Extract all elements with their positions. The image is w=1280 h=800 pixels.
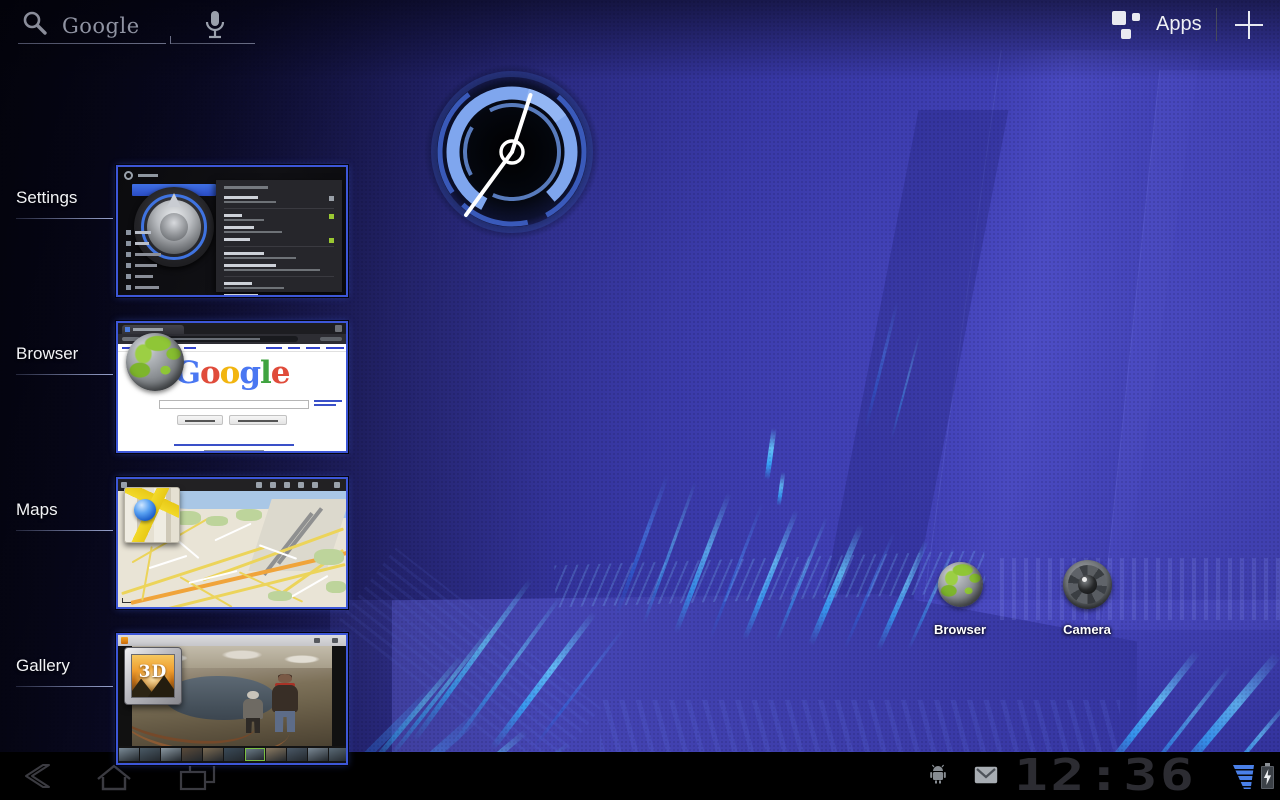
filmstrip-thumbnail[interactable] bbox=[203, 748, 223, 761]
filmstrip-thumbnail[interactable] bbox=[224, 748, 244, 761]
google-logo-letter: o bbox=[200, 355, 220, 391]
camera-shortcut-icon[interactable] bbox=[1063, 560, 1112, 609]
recent-label-maps: Maps bbox=[16, 500, 116, 531]
settings-panel-row bbox=[224, 214, 334, 221]
recent-label-settings: Settings bbox=[16, 188, 116, 219]
maps-app-icon bbox=[124, 487, 180, 543]
settings-screenshot bbox=[118, 167, 346, 295]
battery-charging-icon bbox=[1261, 763, 1274, 789]
settings-menu-list bbox=[126, 227, 212, 293]
recent-thumbnail-maps[interactable] bbox=[116, 477, 348, 609]
status-bar-clock[interactable]: 12:36 bbox=[1014, 754, 1196, 798]
filmstrip-thumbnail[interactable] bbox=[287, 748, 307, 761]
map-park bbox=[206, 516, 228, 526]
feeling-lucky-button bbox=[229, 415, 287, 425]
recent-thumbnail-settings[interactable] bbox=[116, 165, 348, 297]
map-park bbox=[326, 581, 346, 593]
settings-panel-separator bbox=[224, 276, 334, 277]
map-park bbox=[236, 509, 262, 521]
filmstrip-thumbnail[interactable] bbox=[245, 748, 265, 761]
settings-menu-row bbox=[126, 260, 212, 271]
settings-gear-icon bbox=[124, 171, 133, 180]
browser-app-icon bbox=[126, 333, 184, 391]
search-engine-logo[interactable]: Google bbox=[62, 14, 140, 38]
map-road bbox=[149, 555, 188, 569]
settings-panel-row bbox=[224, 226, 334, 233]
email-notification-icon[interactable] bbox=[974, 766, 998, 784]
clock-face bbox=[422, 62, 602, 242]
settings-panel-row bbox=[224, 196, 334, 203]
settings-detail-panel bbox=[216, 180, 342, 292]
settings-menu-row bbox=[126, 249, 212, 260]
google-search-box bbox=[159, 400, 309, 409]
browser-shortcut-label: Browser bbox=[915, 622, 1005, 637]
apps-button[interactable]: Apps bbox=[1156, 13, 1202, 36]
settings-menu-row bbox=[126, 271, 212, 282]
settings-panel-separator bbox=[224, 246, 334, 247]
google-search-button bbox=[177, 415, 223, 425]
maps-pin-icon bbox=[134, 499, 156, 521]
top-right-actions: Apps bbox=[1112, 4, 1272, 46]
filmstrip-thumbnail[interactable] bbox=[182, 748, 202, 761]
filmstrip-thumbnail[interactable] bbox=[329, 748, 346, 761]
settings-panel-row bbox=[224, 282, 334, 289]
settings-panel-row bbox=[224, 238, 334, 241]
camera-lens bbox=[1078, 575, 1097, 594]
gallery-app-icon: 3D bbox=[124, 647, 182, 705]
android-home-screen: Google Apps bbox=[0, 0, 1280, 800]
recent-apps-button[interactable] bbox=[176, 762, 220, 792]
settings-panel-separator bbox=[224, 208, 334, 209]
google-search-widget[interactable]: Google bbox=[14, 6, 260, 46]
browser-menu-icon bbox=[335, 325, 342, 332]
signal-strength-icon bbox=[1233, 765, 1254, 789]
search-icon bbox=[22, 10, 48, 36]
home-button[interactable] bbox=[92, 762, 136, 792]
settings-panel-row bbox=[224, 264, 334, 271]
settings-panel-heading bbox=[224, 186, 268, 189]
settings-panel-row bbox=[224, 252, 334, 259]
filmstrip-thumbnail[interactable] bbox=[266, 748, 286, 761]
google-logo-letter: e bbox=[271, 355, 290, 391]
gallery-filmstrip bbox=[118, 746, 346, 763]
settings-title-bar bbox=[138, 174, 158, 177]
photo-child-figure bbox=[242, 691, 264, 733]
add-to-home-icon[interactable] bbox=[1234, 10, 1264, 40]
microphone-icon[interactable] bbox=[202, 9, 228, 43]
photo-adult-figure bbox=[270, 674, 300, 732]
link-dash bbox=[184, 347, 196, 349]
usb-debugging-android-icon bbox=[929, 764, 947, 784]
camera-shortcut-label: Camera bbox=[1042, 622, 1132, 637]
back-button[interactable] bbox=[18, 762, 58, 790]
link-dash bbox=[306, 347, 320, 349]
recent-label-gallery: Gallery bbox=[16, 656, 116, 687]
settings-menu-row bbox=[126, 238, 212, 249]
recent-thumbnail-gallery[interactable]: 3D bbox=[116, 633, 348, 765]
google-logo-letter: g bbox=[239, 355, 260, 391]
divider bbox=[1216, 8, 1217, 41]
filmstrip-thumbnail[interactable] bbox=[140, 748, 160, 761]
filmstrip-thumbnail[interactable] bbox=[161, 748, 181, 761]
analog-clock-widget[interactable] bbox=[422, 62, 602, 242]
apps-grid-icon[interactable] bbox=[1112, 10, 1146, 44]
link-dash bbox=[266, 347, 282, 349]
map-park bbox=[268, 591, 292, 601]
link-dash bbox=[326, 347, 344, 349]
google-logo-letter: o bbox=[220, 355, 240, 391]
search-underline bbox=[18, 43, 166, 44]
camera-lens-glint bbox=[1082, 577, 1087, 582]
settings-panel-row bbox=[224, 294, 334, 295]
filmstrip-thumbnail[interactable] bbox=[308, 748, 328, 761]
google-logo-letter: l bbox=[260, 355, 271, 391]
filmstrip-thumbnail[interactable] bbox=[119, 748, 139, 761]
mic-underline bbox=[171, 43, 255, 44]
recent-thumbnail-browser[interactable]: Google bbox=[116, 321, 348, 453]
settings-menu-row bbox=[126, 282, 212, 293]
gallery-action-bar bbox=[118, 635, 346, 646]
browser-shortcut-icon[interactable] bbox=[938, 562, 983, 607]
recent-label-browser: Browser bbox=[16, 344, 116, 375]
settings-menu-row bbox=[126, 227, 212, 238]
map-park bbox=[314, 549, 344, 565]
link-dash bbox=[288, 347, 300, 349]
